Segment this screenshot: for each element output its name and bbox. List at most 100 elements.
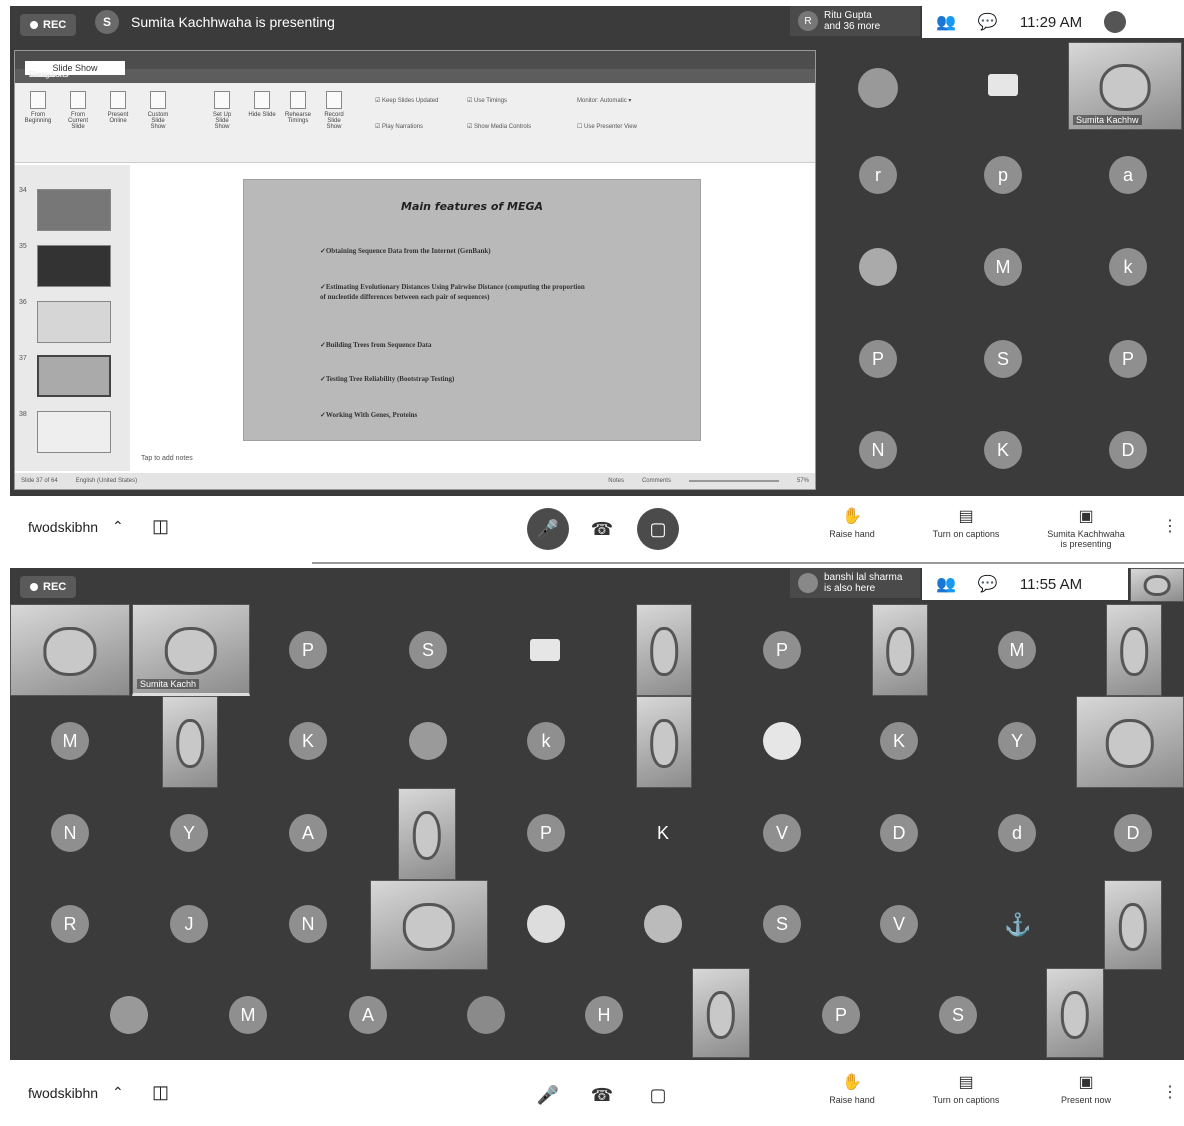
ribbon-button[interactable]: Set Up Slide Show <box>207 91 237 130</box>
participant-avatar[interactable]: K <box>644 814 682 852</box>
participant-avatar[interactable]: V <box>763 814 801 852</box>
participant-avatar[interactable]: K <box>984 431 1022 469</box>
participant-video-tile[interactable] <box>872 604 928 696</box>
chat-icon[interactable]: 💬 <box>978 574 998 594</box>
chat-icon[interactable]: 💬 <box>978 12 998 32</box>
participant-avatar[interactable]: P <box>859 340 897 378</box>
ribbon-button[interactable]: From Current Slide <box>63 91 93 130</box>
participant-avatar[interactable]: M <box>51 722 89 760</box>
raise-hand-button[interactable]: ✋ Raise hand <box>802 1072 902 1105</box>
comments-button[interactable]: Comments <box>642 478 671 484</box>
captions-button[interactable]: ▤ Turn on captions <box>916 506 1016 539</box>
people-icon[interactable]: 👥 <box>936 574 956 594</box>
ribbon-checkbox[interactable]: ☑ Show Media Controls <box>467 123 531 130</box>
participant-video-tile[interactable] <box>1106 604 1162 696</box>
shield-icon[interactable]: ◫ <box>152 1082 169 1103</box>
participant-avatar[interactable]: D <box>1114 814 1152 852</box>
participant-avatar[interactable]: Y <box>998 722 1036 760</box>
participant-avatar-photo[interactable] <box>527 905 565 943</box>
participant-avatar[interactable]: Y <box>170 814 208 852</box>
ribbon-button[interactable]: Hide Slide <box>247 91 277 118</box>
participant-avatar[interactable]: D <box>880 814 918 852</box>
participant-avatar[interactable]: P <box>1109 340 1147 378</box>
participant-video-tile[interactable] <box>692 968 750 1058</box>
participant-video-tile[interactable] <box>636 696 692 788</box>
participant-video-tile[interactable] <box>398 788 456 880</box>
participant-video-tile[interactable] <box>1076 696 1184 788</box>
ribbon-checkbox[interactable]: ☑ Keep Slides Updated <box>375 97 438 104</box>
participant-avatar[interactable]: P <box>763 631 801 669</box>
hangup-button[interactable]: ☎ <box>584 508 620 550</box>
shield-icon[interactable]: ◫ <box>152 516 169 537</box>
participant-avatar-photo[interactable] <box>858 68 898 108</box>
participant-avatar[interactable]: M <box>229 996 267 1034</box>
raise-hand-button[interactable]: ✋ Raise hand <box>802 506 902 539</box>
meeting-details[interactable]: fwodskibhn ⌃ <box>28 518 124 535</box>
participant-avatar[interactable]: p <box>984 156 1022 194</box>
ribbon-tab[interactable]: View <box>25 68 50 81</box>
participant-avatar[interactable]: N <box>51 814 89 852</box>
participant-avatar[interactable]: K <box>289 722 327 760</box>
participant-tile-icon[interactable] <box>530 639 560 661</box>
participant-avatar[interactable]: N <box>289 905 327 943</box>
participant-avatar[interactable]: a <box>1109 156 1147 194</box>
participant-avatar[interactable]: S <box>763 905 801 943</box>
participant-avatar[interactable]: V <box>880 905 918 943</box>
participant-avatar[interactable]: A <box>349 996 387 1034</box>
participant-avatar-photo[interactable] <box>467 996 505 1034</box>
participant-avatar-photo[interactable] <box>859 248 897 286</box>
more-vert-icon[interactable]: ⋮ <box>1162 516 1178 536</box>
slide-thumbnail[interactable] <box>37 245 111 287</box>
zoom-slider[interactable] <box>688 480 779 482</box>
participant-avatar[interactable]: d <box>998 814 1036 852</box>
notes-placeholder[interactable]: Tap to add notes <box>141 455 193 462</box>
present-button[interactable]: ▣ Sumita Kachhwaha is presenting <box>1036 506 1136 549</box>
ribbon-button[interactable]: From Beginning <box>23 91 53 124</box>
presenter-video-tile[interactable]: Sumita Kachh <box>132 604 250 696</box>
camera-off-button[interactable]: ▢ <box>637 508 679 550</box>
ribbon-checkbox[interactable]: ☑ Play Narrations <box>375 123 423 130</box>
participant-avatar[interactable]: S <box>984 340 1022 378</box>
participant-avatar[interactable]: M <box>998 631 1036 669</box>
participant-video-tile[interactable] <box>370 880 488 970</box>
ribbon-button[interactable]: Custom Slide Show <box>143 91 173 130</box>
notes-button[interactable]: Notes <box>608 478 624 484</box>
participant-avatar-photo[interactable] <box>409 722 447 760</box>
participant-avatar[interactable]: N <box>859 431 897 469</box>
monitor-select[interactable]: Monitor: Automatic ▾ <box>577 97 631 104</box>
participant-avatar[interactable]: S <box>409 631 447 669</box>
ribbon-button[interactable]: Record Slide Show <box>319 91 349 130</box>
more-vert-icon[interactable]: ⋮ <box>1162 1082 1178 1102</box>
participant-video-tile[interactable] <box>162 696 218 788</box>
participant-avatar[interactable]: D <box>1109 431 1147 469</box>
people-icon[interactable]: 👥 <box>936 12 956 32</box>
participant-avatar[interactable]: R <box>51 905 89 943</box>
participant-avatar[interactable]: J <box>170 905 208 943</box>
slide-thumbnail[interactable] <box>37 189 111 231</box>
ribbon-button[interactable]: Rehearse Timings <box>283 91 313 124</box>
participant-avatar-photo[interactable] <box>110 996 148 1034</box>
self-avatar[interactable] <box>1104 11 1127 33</box>
camera-button[interactable]: ▢ <box>640 1074 676 1116</box>
mic-off-button[interactable]: 🎤 <box>527 508 569 550</box>
participant-avatar[interactable]: P <box>527 814 565 852</box>
participant-avatar[interactable]: H <box>585 996 623 1034</box>
participant-video-tile[interactable] <box>1046 968 1104 1058</box>
participant-avatar-photo[interactable] <box>763 722 801 760</box>
ribbon-checkbox[interactable]: ☑ Use Timings <box>467 97 507 104</box>
self-video-tile[interactable] <box>1130 568 1184 602</box>
presenter-video-tile[interactable]: Sumita Kachhw <box>1068 42 1182 130</box>
ribbon-button[interactable]: Present Online <box>103 91 133 124</box>
participant-video-tile[interactable] <box>1104 880 1162 970</box>
participant-avatar[interactable]: k <box>1109 248 1147 286</box>
participant-tile-icon[interactable] <box>988 74 1018 96</box>
participant-avatar[interactable]: M <box>984 248 1022 286</box>
meeting-details[interactable]: fwodskibhn ⌃ <box>28 1084 124 1101</box>
participant-avatar[interactable]: P <box>289 631 327 669</box>
participant-avatar-emoji[interactable]: ⚓ <box>1004 912 1031 942</box>
slide-thumbnail[interactable] <box>37 411 111 453</box>
hangup-button[interactable]: ☎ <box>584 1074 620 1116</box>
participant-avatar[interactable]: S <box>939 996 977 1034</box>
participant-avatar[interactable]: A <box>289 814 327 852</box>
participant-avatar[interactable]: K <box>880 722 918 760</box>
